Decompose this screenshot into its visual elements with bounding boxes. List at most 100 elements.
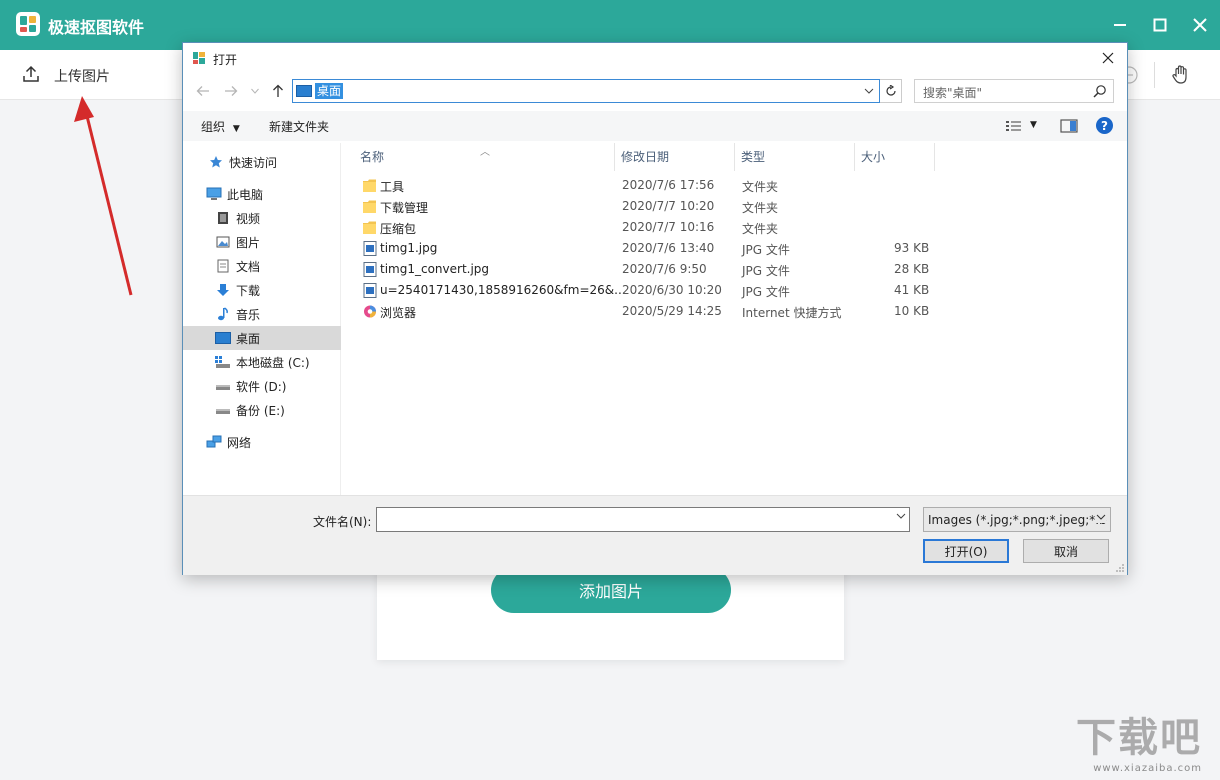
annotation-arrow-icon <box>60 90 150 305</box>
app-small-icon <box>193 52 205 64</box>
toolbar-divider <box>1154 62 1155 88</box>
file-modified: 2020/7/6 17:56 <box>622 178 714 192</box>
nav-item-downloads[interactable]: 下载 <box>183 278 341 302</box>
address-bar[interactable]: 桌面 <box>292 79 880 103</box>
computer-icon <box>206 186 222 202</box>
help-icon[interactable]: ? <box>1096 117 1113 134</box>
cancel-button[interactable]: 取消 <box>1023 539 1109 563</box>
resize-grip-icon[interactable] <box>1115 563 1125 573</box>
picture-icon <box>215 234 231 250</box>
minimize-icon[interactable] <box>1108 13 1132 37</box>
watermark: 下载吧 www.xiazaiba.com <box>1076 705 1202 774</box>
forward-icon[interactable] <box>221 81 241 101</box>
new-folder-button[interactable]: 新建文件夹 <box>269 118 329 135</box>
search-input[interactable]: 搜索"桌面" <box>914 79 1114 103</box>
desktop-icon <box>215 330 231 346</box>
up-arrow-icon[interactable] <box>268 81 288 101</box>
organize-label: 组织 <box>201 120 225 134</box>
hand-icon[interactable] <box>1170 64 1192 86</box>
file-row[interactable]: 下载管理 2020/7/7 10:20 文件夹 <box>342 196 982 217</box>
filename-input[interactable] <box>376 507 910 532</box>
dialog-close-icon[interactable] <box>1097 47 1119 69</box>
column-size[interactable]: 大小 <box>855 143 935 171</box>
open-file-dialog: 打开 桌面 搜索"桌面" <box>182 42 1128 575</box>
nav-item-drive-e[interactable]: 备份 (E:) <box>183 398 341 422</box>
nav-label: 文档 <box>236 258 260 275</box>
file-name: 浏览器 <box>380 304 416 321</box>
view-options-icon[interactable] <box>1005 118 1023 134</box>
file-modified: 2020/7/6 13:40 <box>622 241 714 255</box>
upload-label: 上传图片 <box>54 66 110 86</box>
nav-item-network[interactable]: 网络 <box>183 430 341 454</box>
upload-icon <box>22 65 40 87</box>
file-row[interactable]: 工具 2020/7/6 17:56 文件夹 <box>342 175 982 196</box>
preview-pane-icon[interactable] <box>1060 118 1078 134</box>
nav-item-pictures[interactable]: 图片 <box>183 230 341 254</box>
dialog-titlebar: 打开 <box>183 43 1127 73</box>
column-label: 名称 <box>360 150 384 164</box>
nav-label: 下载 <box>236 282 260 299</box>
file-type-value: Images (*.jpg;*.png;*.jpeg;*.b <box>928 513 1107 527</box>
nav-label: 网络 <box>227 434 251 451</box>
nav-item-this-pc[interactable]: 此电脑 <box>183 182 341 206</box>
maximize-icon[interactable] <box>1148 13 1172 37</box>
recent-chevron-down-icon[interactable] <box>245 81 265 101</box>
organize-caret-icon: ▼ <box>233 124 240 134</box>
nav-item-music[interactable]: 音乐 <box>183 302 341 326</box>
file-row[interactable]: timg1_convert.jpg 2020/7/6 9:50 JPG 文件 2… <box>342 259 982 280</box>
refresh-icon[interactable] <box>880 79 902 103</box>
folder-icon <box>363 199 377 214</box>
dialog-title: 打开 <box>213 51 237 68</box>
file-size: 10 KB <box>894 304 928 318</box>
nav-label: 此电脑 <box>227 186 263 203</box>
image-file-icon <box>363 241 377 256</box>
desktop-icon <box>296 85 312 97</box>
file-size: 93 KB <box>894 241 928 255</box>
nav-item-desktop[interactable]: 桌面 <box>183 326 341 350</box>
file-row[interactable]: u=2540171430,1858916260&fm=26&... 2020/6… <box>342 280 982 301</box>
video-icon <box>215 210 231 226</box>
file-name: timg1.jpg <box>380 241 437 255</box>
file-modified: 2020/6/30 10:20 <box>622 283 722 297</box>
file-name: 压缩包 <box>380 220 416 237</box>
filename-chevron-down-icon[interactable] <box>896 511 906 522</box>
nav-item-videos[interactable]: 视频 <box>183 206 341 230</box>
download-arrow-icon <box>215 282 231 298</box>
nav-item-quick-access[interactable]: 快速访问 <box>183 150 341 174</box>
column-modified[interactable]: 修改日期 <box>615 143 735 171</box>
file-modified: 2020/7/6 9:50 <box>622 262 707 276</box>
nav-label: 本地磁盘 (C:) <box>236 354 310 371</box>
open-button[interactable]: 打开(O) <box>923 539 1009 563</box>
search-icon <box>1093 84 1107 98</box>
file-row[interactable]: 压缩包 2020/7/7 10:16 文件夹 <box>342 217 982 238</box>
nav-item-drive-d[interactable]: 软件 (D:) <box>183 374 341 398</box>
file-name: 下载管理 <box>380 199 428 216</box>
column-type[interactable]: 类型 <box>735 143 855 171</box>
file-type: JPG 文件 <box>742 241 790 258</box>
address-chevron-down-icon[interactable] <box>861 82 877 100</box>
sort-caret-icon: ︿ <box>480 139 490 167</box>
file-type-select[interactable]: Images (*.jpg;*.png;*.jpeg;*.b <box>923 507 1111 532</box>
close-icon[interactable] <box>1188 13 1212 37</box>
file-row[interactable]: timg1.jpg 2020/7/6 13:40 JPG 文件 93 KB <box>342 238 982 259</box>
column-name[interactable]: 名称 ︿ <box>342 143 615 171</box>
nav-item-drive-c[interactable]: 本地磁盘 (C:) <box>183 350 341 374</box>
file-name: 工具 <box>380 178 404 195</box>
image-file-icon <box>363 262 377 277</box>
upload-image-button[interactable]: 上传图片 <box>22 64 110 88</box>
organize-menu[interactable]: 组织 ▼ <box>201 118 240 135</box>
file-modified: 2020/7/7 10:20 <box>622 199 714 213</box>
file-modified: 2020/7/7 10:16 <box>622 220 714 234</box>
file-name: u=2540171430,1858916260&fm=26&... <box>380 283 626 297</box>
back-icon[interactable] <box>193 81 213 101</box>
address-row: 桌面 搜索"桌面" <box>183 77 1127 105</box>
nav-label: 图片 <box>236 234 260 251</box>
view-caret-icon[interactable]: ▼ <box>1030 120 1037 130</box>
nav-item-documents[interactable]: 文档 <box>183 254 341 278</box>
file-size: 28 KB <box>894 262 928 276</box>
file-modified: 2020/5/29 14:25 <box>622 304 722 318</box>
file-size: 41 KB <box>894 283 928 297</box>
nav-label: 备份 (E:) <box>236 402 285 419</box>
file-row[interactable]: 浏览器 2020/5/29 14:25 Internet 快捷方式 10 KB <box>342 301 982 322</box>
folder-icon <box>363 178 377 193</box>
